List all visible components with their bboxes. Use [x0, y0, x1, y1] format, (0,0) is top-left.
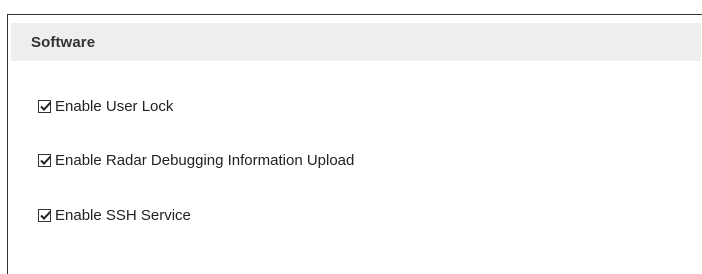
enable-user-lock-option[interactable]: Enable User Lock [38, 96, 173, 116]
enable-radar-debugging-upload-checkbox[interactable] [38, 153, 52, 167]
enable-radar-debugging-upload-option[interactable]: Enable Radar Debugging Information Uploa… [38, 150, 354, 170]
section-header: Software [11, 23, 701, 61]
enable-radar-debugging-upload-label: Enable Radar Debugging Information Uploa… [55, 151, 355, 169]
enable-user-lock-checkbox[interactable] [38, 99, 52, 113]
enable-ssh-service-checkbox[interactable] [38, 208, 52, 222]
checkbox-checked-icon [40, 101, 52, 111]
section-title: Software [31, 33, 96, 51]
checkbox-checked-icon [40, 155, 52, 165]
enable-ssh-service-label: Enable SSH Service [55, 206, 191, 224]
enable-user-lock-label: Enable User Lock [55, 97, 174, 115]
enable-ssh-service-option[interactable]: Enable SSH Service [38, 205, 191, 225]
checkbox-checked-icon [40, 210, 52, 220]
